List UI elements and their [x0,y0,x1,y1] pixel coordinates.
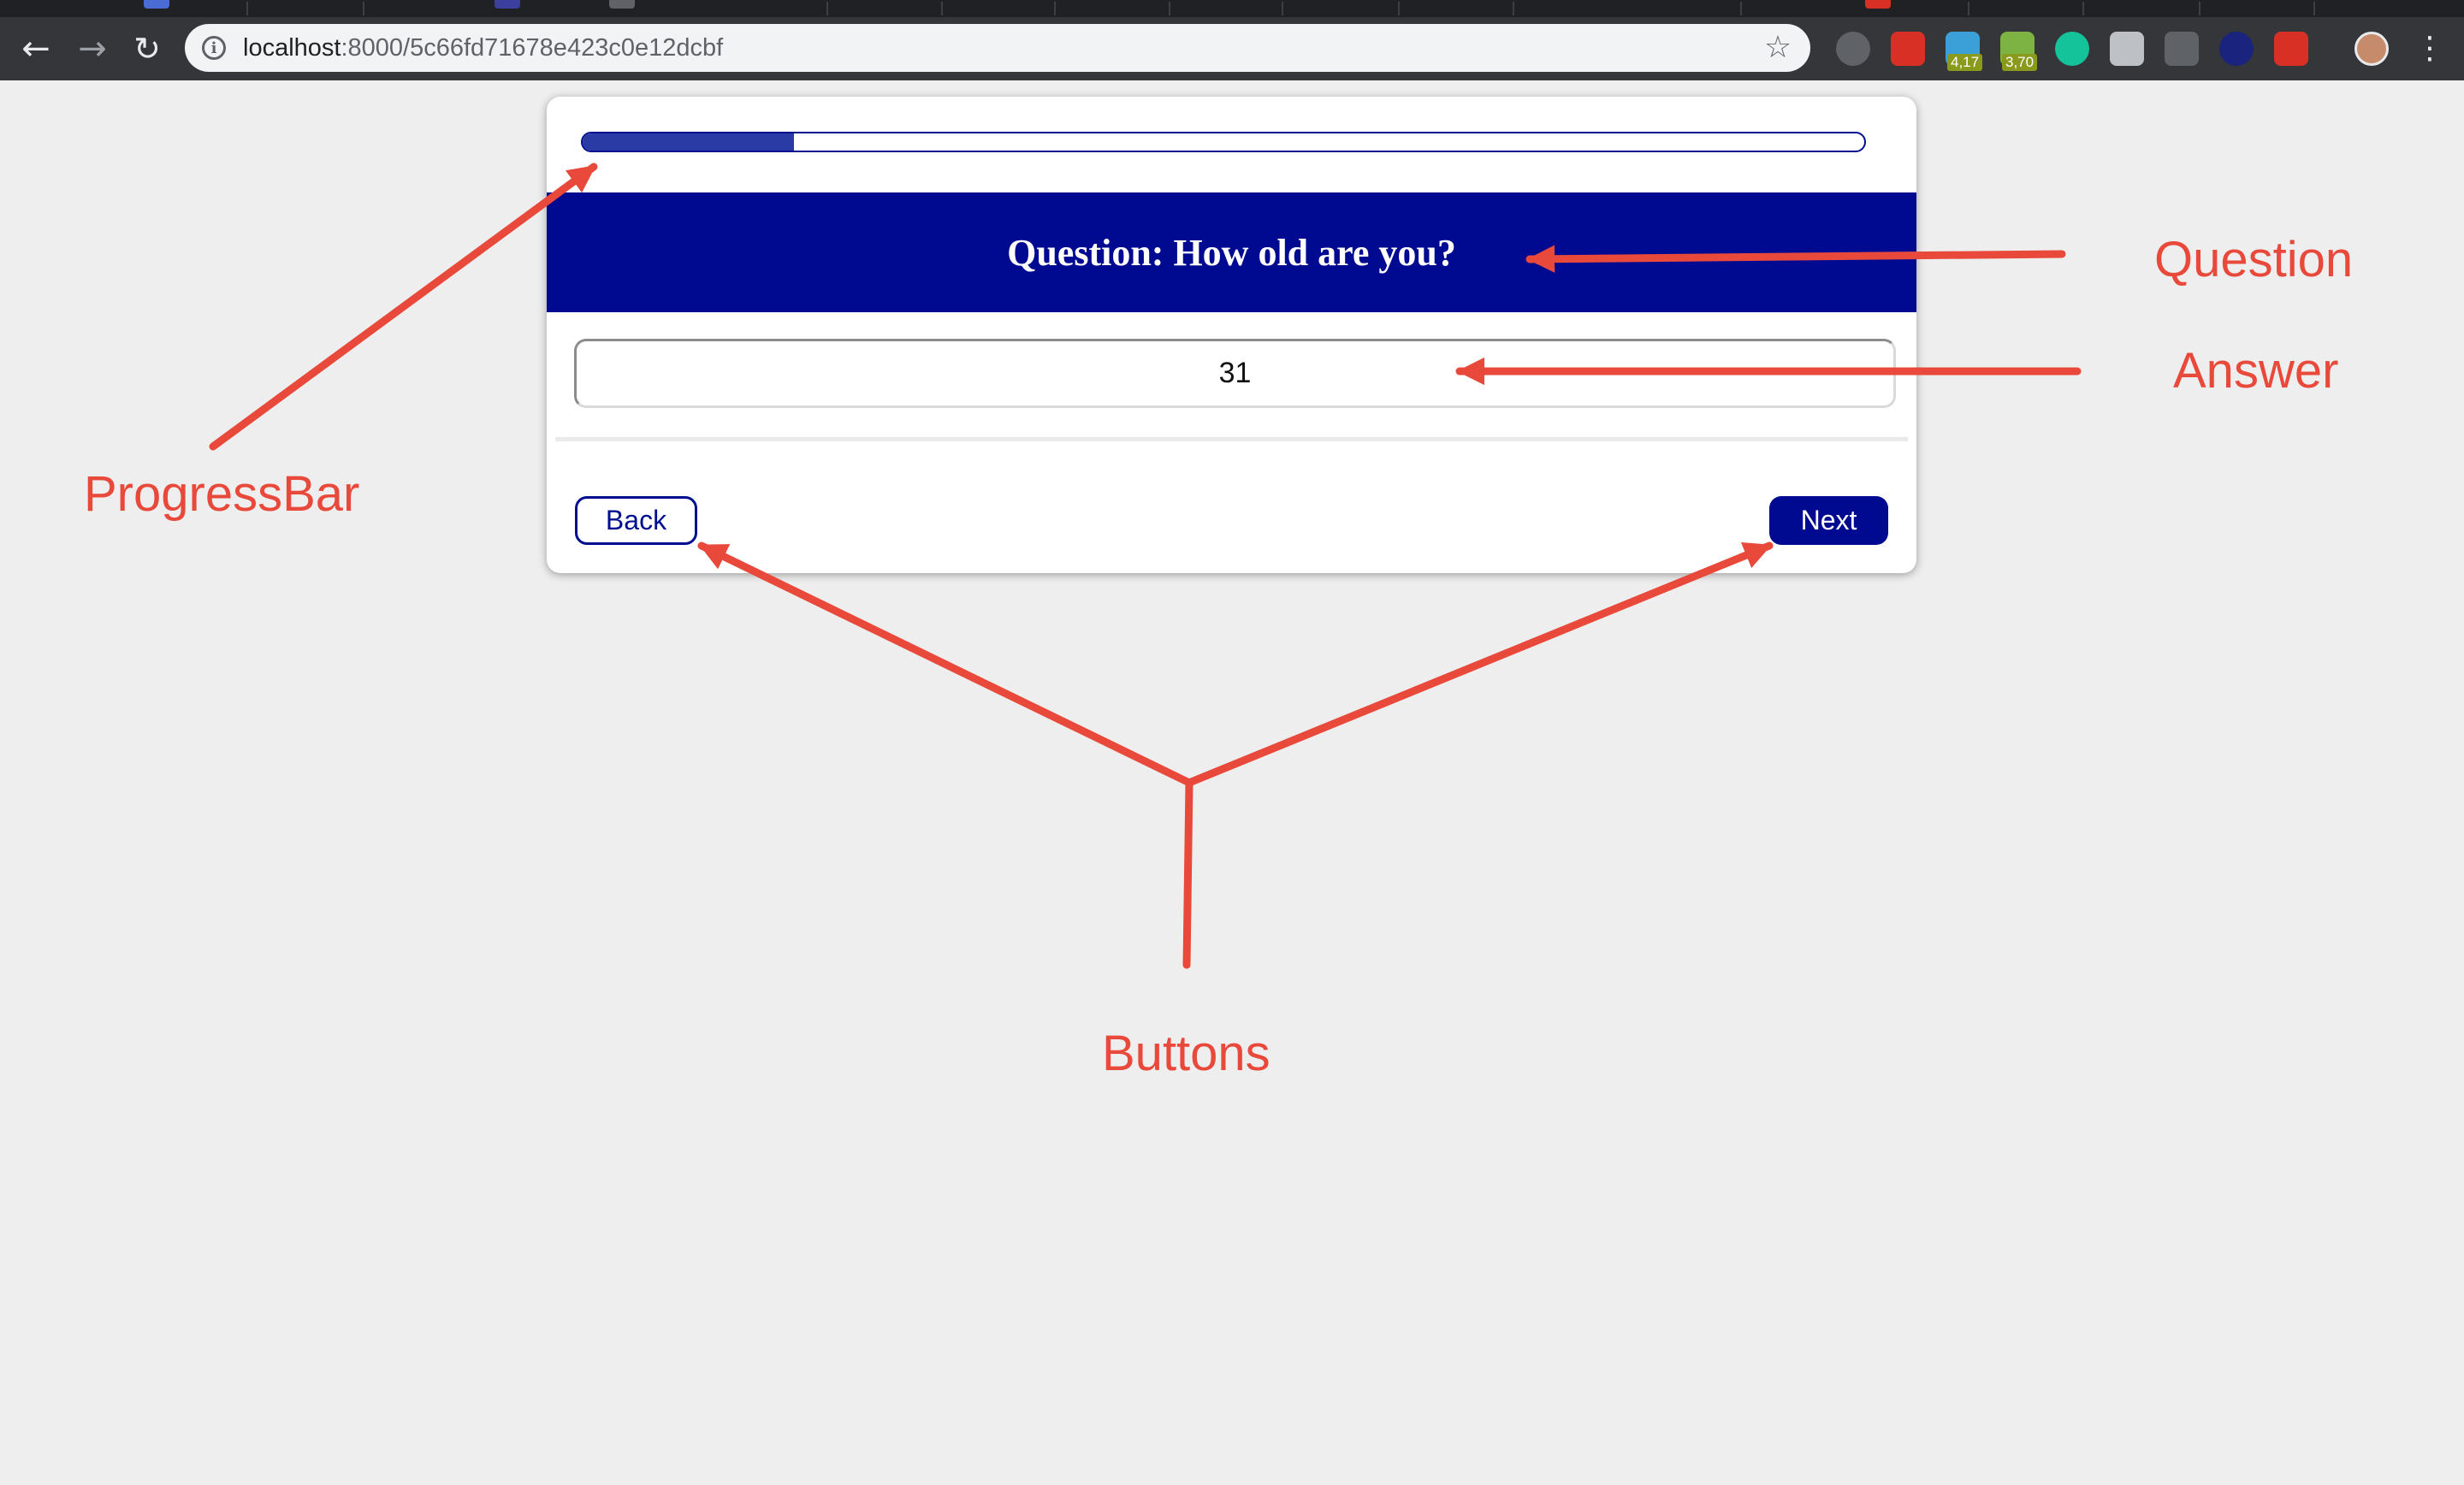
annotation-overlay [209,163,2082,969]
progressbar-label: ProgressBar [84,466,360,522]
buttons-stem [1182,778,1194,969]
progressbar-arrow [209,163,598,451]
question-arrow [1525,245,2066,273]
buttons-arrow-back [697,541,1194,787]
buttons-arrow-next [1185,541,1774,787]
question-label: Question [2154,232,2354,287]
answer-label: Answer [2173,343,2339,399]
buttons-label: Buttons [1102,1026,1270,1081]
